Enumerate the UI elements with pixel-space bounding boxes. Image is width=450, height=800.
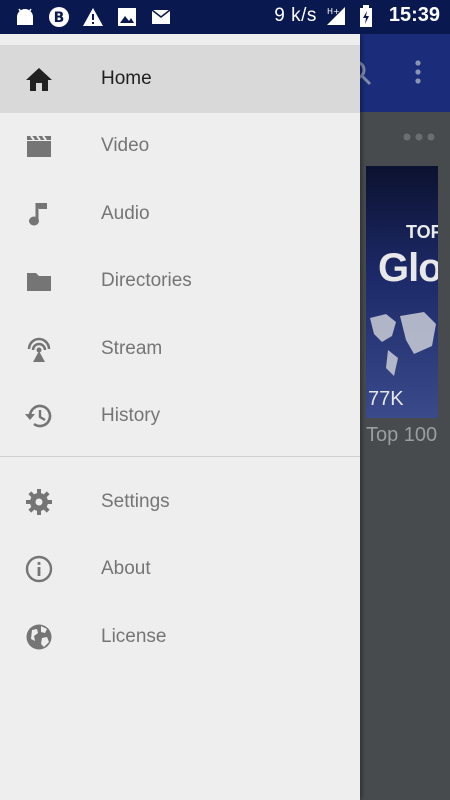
navigation-drawer: Home Video Audio Directories Stream Hist… — [0, 34, 360, 800]
nav-label-video: Video — [101, 135, 150, 157]
nav-item-license[interactable]: License — [0, 603, 360, 671]
drawer-divider — [0, 456, 360, 457]
more-dots-icon[interactable] — [402, 130, 436, 142]
broadcast-icon — [24, 334, 54, 364]
nav-item-history[interactable]: History — [0, 383, 360, 451]
nav-label-directories: Directories — [101, 270, 192, 292]
nav-item-home[interactable]: Home — [0, 45, 360, 113]
nav-label-home: Home — [101, 67, 152, 89]
nav-label-about: About — [101, 558, 151, 580]
warning-icon — [82, 6, 104, 28]
globe-icon — [24, 622, 54, 652]
video-thumbnail[interactable]: TOF Glo 77K — [366, 166, 438, 418]
svg-text:H+: H+ — [327, 7, 340, 16]
nav-item-about[interactable]: About — [0, 536, 360, 604]
network-speed: 9 k/s — [274, 4, 317, 26]
status-bar: B 9 k/s H+ 15:39 — [0, 0, 450, 34]
image-icon — [116, 6, 138, 28]
video-title[interactable]: Top 100 — [366, 424, 437, 447]
signal-icon: H+ — [325, 5, 347, 27]
android-icon — [14, 6, 36, 28]
movie-clapper-icon — [24, 131, 54, 161]
thumbnail-text-large: Glo — [378, 246, 438, 290]
history-icon — [24, 401, 54, 431]
nav-label-history: History — [101, 405, 161, 427]
info-icon — [24, 554, 54, 584]
nav-label-audio: Audio — [101, 202, 150, 224]
mail-icon — [150, 6, 172, 28]
nav-item-directories[interactable]: Directories — [0, 248, 360, 316]
clock: 15:39 — [388, 4, 440, 26]
nav-label-settings: Settings — [101, 490, 170, 512]
drawer-top-spacer — [0, 34, 360, 45]
nav-label-stream: Stream — [101, 337, 163, 359]
nav-label-license: License — [101, 625, 167, 647]
nav-item-stream[interactable]: Stream — [0, 315, 360, 383]
music-note-icon — [24, 199, 54, 229]
world-map-icon — [366, 306, 438, 396]
svg-text:B: B — [54, 10, 65, 26]
battery-icon — [355, 4, 377, 27]
b-badge-icon: B — [48, 6, 70, 28]
nav-item-audio[interactable]: Audio — [0, 180, 360, 248]
view-count: 77K — [368, 388, 404, 410]
nav-item-settings[interactable]: Settings — [0, 468, 360, 536]
gear-icon — [24, 487, 54, 517]
home-icon — [24, 64, 54, 94]
folder-icon — [24, 266, 54, 296]
nav-item-video[interactable]: Video — [0, 113, 360, 181]
thumbnail-text-small: TOF — [406, 222, 438, 242]
more-options-icon[interactable] — [410, 58, 426, 88]
